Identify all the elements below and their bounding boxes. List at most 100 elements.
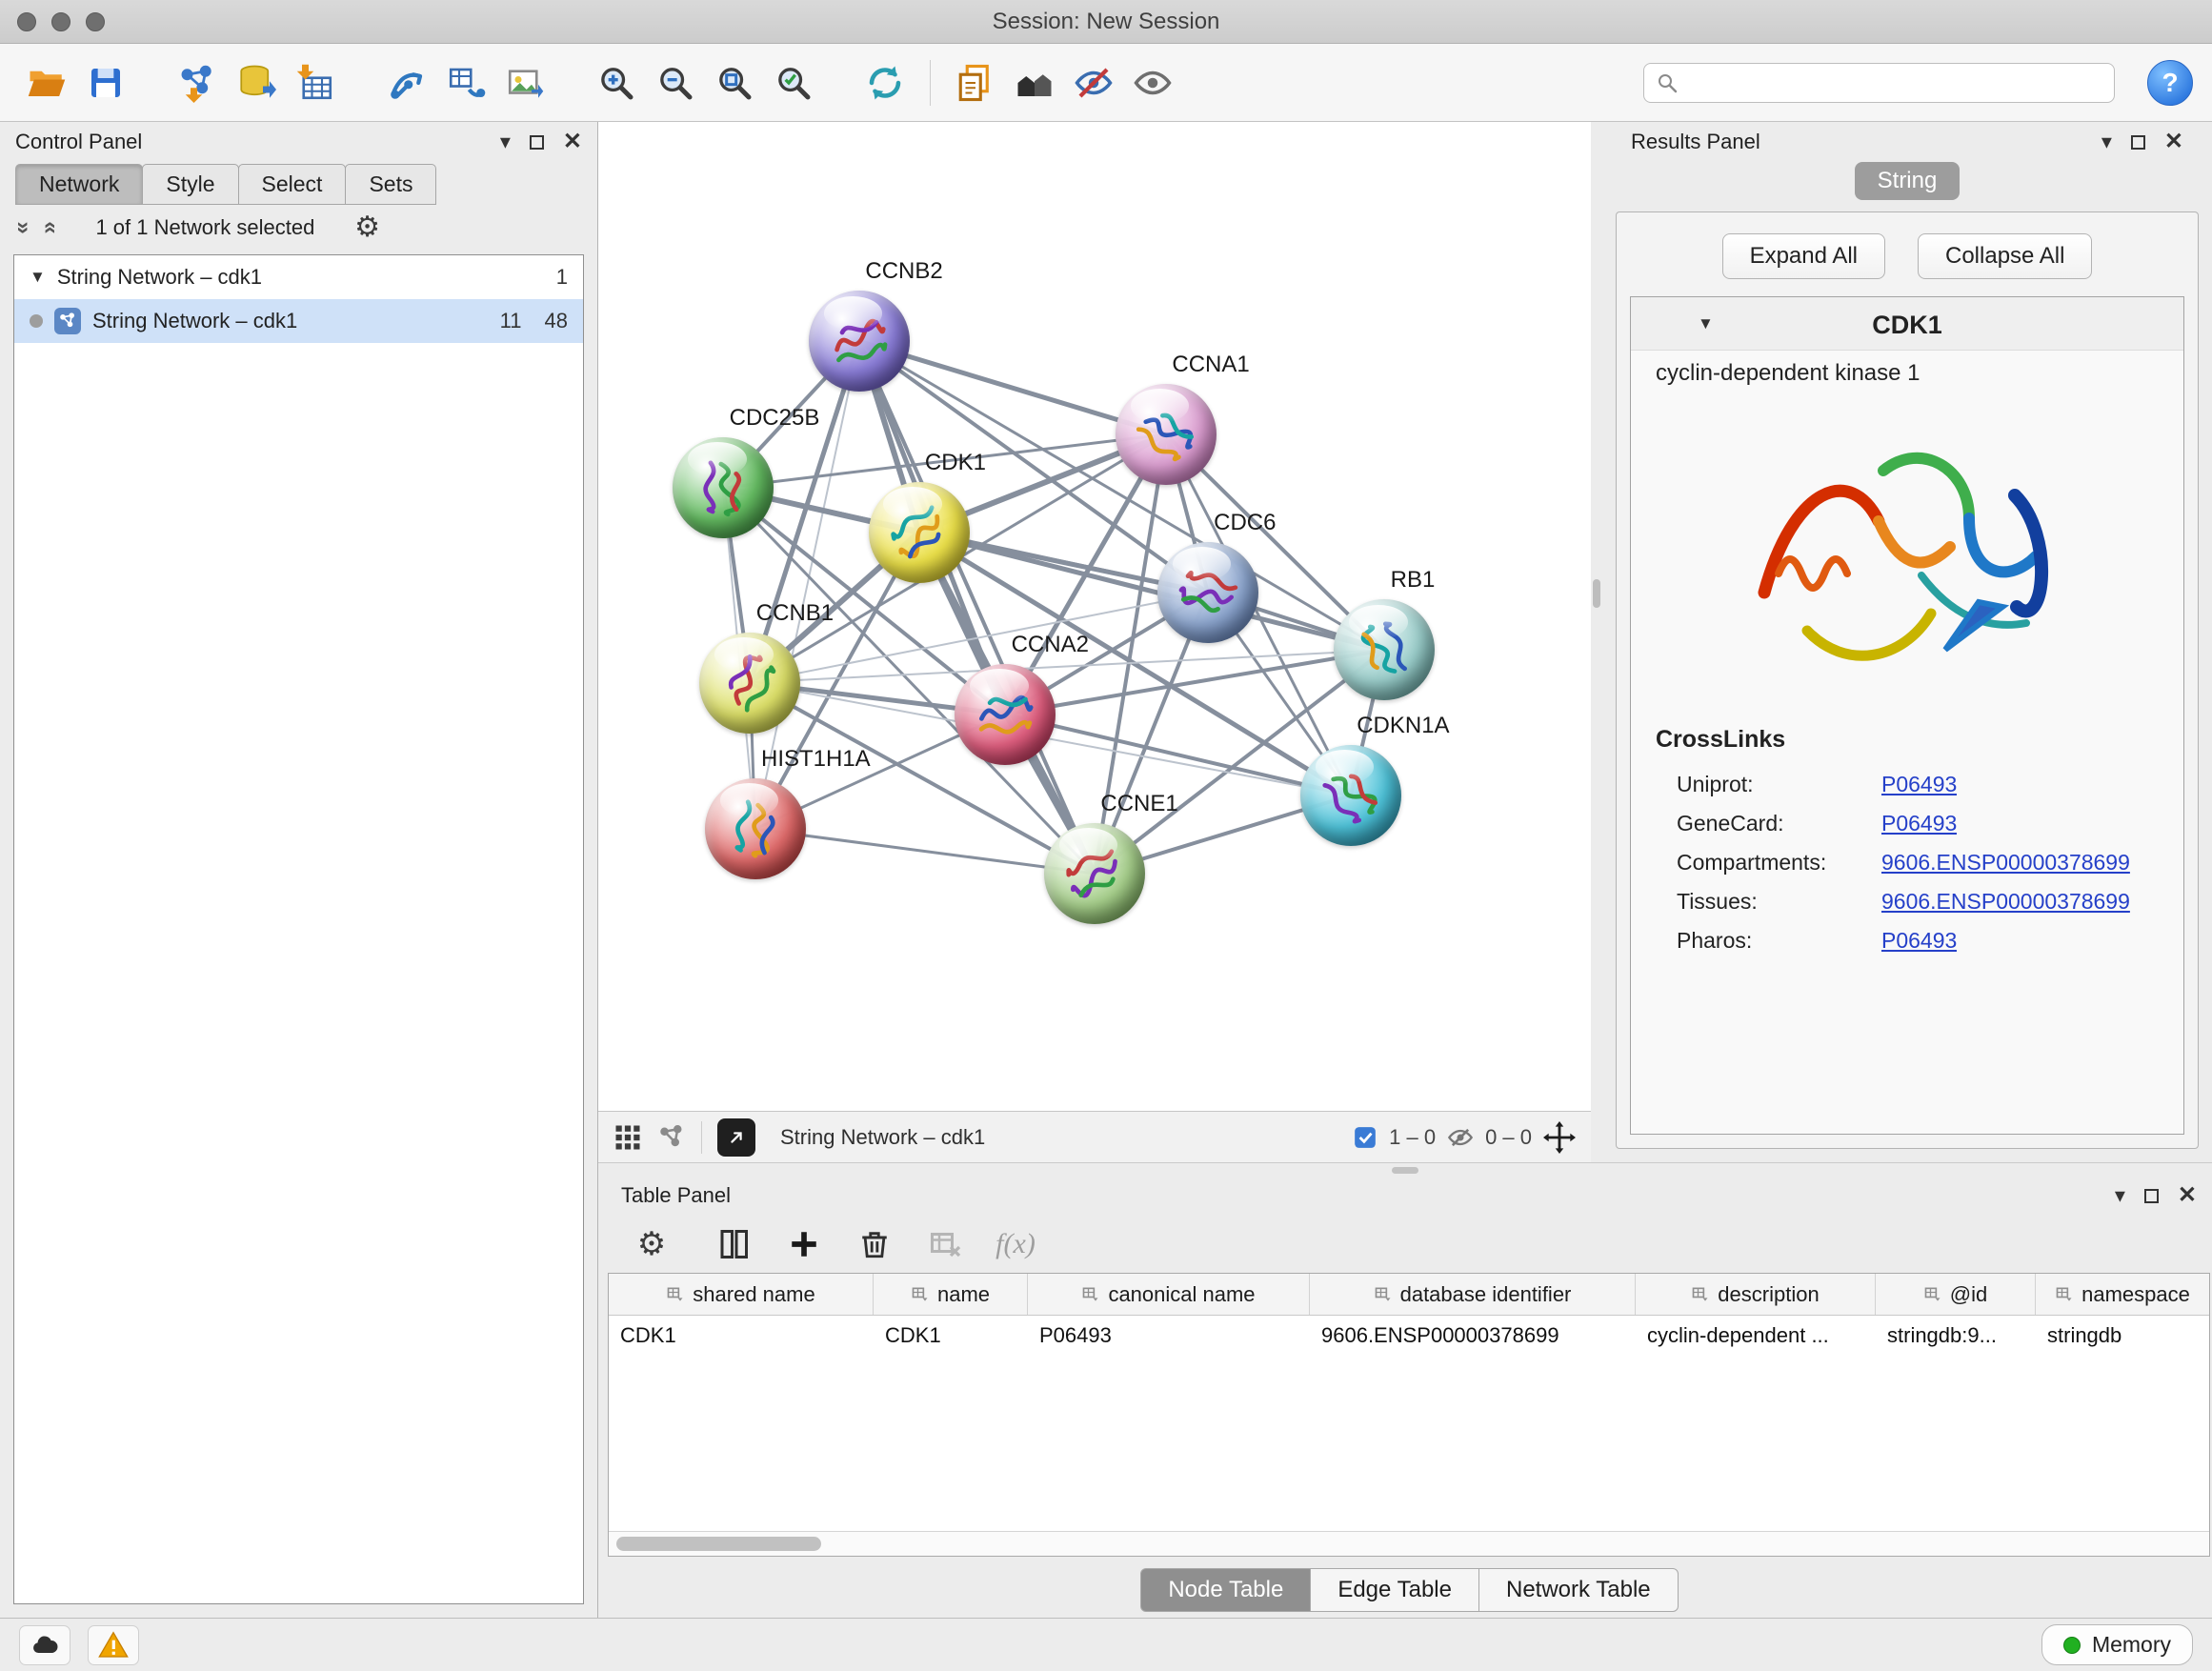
- minimize-window-button[interactable]: [51, 12, 70, 31]
- tab-node-table[interactable]: Node Table: [1140, 1568, 1311, 1612]
- network-node[interactable]: RB1: [1334, 599, 1435, 700]
- crosslink-link[interactable]: P06493: [1881, 811, 1957, 836]
- show-details-button[interactable]: [1125, 55, 1180, 111]
- hide-details-button[interactable]: [1066, 55, 1121, 111]
- network-overview-icon[interactable]: [657, 1123, 686, 1152]
- import-table-button[interactable]: [288, 55, 343, 111]
- delete-table-button: [924, 1223, 966, 1265]
- help-button[interactable]: ?: [2147, 60, 2193, 106]
- show-columns-button[interactable]: [713, 1223, 754, 1265]
- network-node[interactable]: HIST1H1A: [705, 778, 806, 879]
- panel-close-icon[interactable]: ✕: [2178, 1184, 2197, 1207]
- panel-close-icon[interactable]: ✕: [563, 131, 582, 153]
- column-header[interactable]: database identifier: [1310, 1274, 1636, 1315]
- zoom-out-button[interactable]: [648, 55, 703, 111]
- tab-network-table[interactable]: Network Table: [1478, 1568, 1679, 1612]
- import-network-button[interactable]: [170, 55, 225, 111]
- add-column-button[interactable]: [783, 1223, 825, 1265]
- network-from-table-button[interactable]: [438, 55, 493, 111]
- network-node[interactable]: CCNA1: [1116, 384, 1217, 485]
- gene-caret-icon[interactable]: ▼: [1698, 314, 1714, 333]
- expand-all-button[interactable]: Expand All: [1722, 233, 1885, 279]
- collection-caret-icon[interactable]: ▼: [30, 268, 46, 287]
- export-image-button[interactable]: [497, 55, 553, 111]
- network-node[interactable]: CCNE1: [1044, 823, 1145, 924]
- scrollbar-thumb[interactable]: [616, 1537, 821, 1551]
- network-node[interactable]: CCNB1: [699, 633, 800, 734]
- tab-edge-table[interactable]: Edge Table: [1310, 1568, 1479, 1612]
- zoom-selected-button[interactable]: [766, 55, 821, 111]
- network-node[interactable]: CCNA2: [955, 664, 1056, 765]
- panel-float-icon[interactable]: [2144, 1189, 2159, 1203]
- column-header[interactable]: @id: [1876, 1274, 2036, 1315]
- table-cell[interactable]: stringdb:9...: [1876, 1316, 2036, 1356]
- network-node[interactable]: CDKN1A: [1300, 745, 1401, 846]
- panel-float-icon[interactable]: [530, 135, 544, 150]
- string-tab-badge[interactable]: String: [1855, 162, 1961, 200]
- column-header[interactable]: canonical name: [1028, 1274, 1310, 1315]
- collapse-all-button[interactable]: Collapse All: [1918, 233, 2092, 279]
- table-cell[interactable]: stringdb: [2036, 1316, 2209, 1356]
- close-window-button[interactable]: [17, 12, 36, 31]
- crosslink-link[interactable]: P06493: [1881, 928, 1957, 954]
- expand-all-icon[interactable]: »: [38, 221, 61, 233]
- zoom-fit-button[interactable]: [707, 55, 762, 111]
- table-options-gear-icon[interactable]: ⚙: [631, 1223, 673, 1265]
- network-node[interactable]: CDK1: [869, 482, 970, 583]
- column-header[interactable]: namespace: [2036, 1274, 2209, 1315]
- network-edges: [598, 122, 1591, 1111]
- save-session-button[interactable]: [78, 55, 133, 111]
- hidden-eye-icon[interactable]: [1447, 1124, 1474, 1151]
- open-session-button[interactable]: [19, 55, 74, 111]
- horizontal-splitter[interactable]: [598, 1162, 2212, 1176]
- delete-column-button[interactable]: [854, 1223, 895, 1265]
- zoom-window-button[interactable]: [86, 12, 105, 31]
- import-database-button[interactable]: [229, 55, 284, 111]
- home-view-button[interactable]: [1007, 55, 1062, 111]
- gene-header[interactable]: ▼ CDK1: [1631, 297, 2183, 351]
- tab-network[interactable]: Network: [15, 164, 143, 205]
- column-header[interactable]: shared name: [609, 1274, 874, 1315]
- refresh-button[interactable]: [857, 55, 913, 111]
- panel-float-icon[interactable]: [2131, 135, 2145, 150]
- cloud-status-button[interactable]: [19, 1625, 70, 1665]
- crosslink-link[interactable]: P06493: [1881, 772, 1957, 797]
- tab-sets[interactable]: Sets: [345, 164, 436, 205]
- network-collection-row[interactable]: ▼ String Network – cdk1 1: [14, 255, 583, 299]
- table-cell[interactable]: P06493: [1028, 1316, 1310, 1356]
- panel-menu-icon[interactable]: ▾: [2115, 1185, 2125, 1206]
- collapse-all-icon[interactable]: »: [12, 221, 35, 233]
- table-cell[interactable]: 9606.ENSP00000378699: [1310, 1316, 1636, 1356]
- table-cell[interactable]: cyclin-dependent ...: [1636, 1316, 1876, 1356]
- network-row[interactable]: String Network – cdk1 11 48: [14, 299, 583, 343]
- panel-close-icon[interactable]: ✕: [2164, 131, 2183, 153]
- tab-select[interactable]: Select: [238, 164, 347, 205]
- vertical-splitter[interactable]: [1591, 122, 1602, 1162]
- table-cell[interactable]: CDK1: [609, 1316, 874, 1356]
- panel-menu-icon[interactable]: ▾: [2101, 131, 2112, 152]
- network-canvas[interactable]: CCNB2 CCNA1 CDC25B CDK1 CDC6 RB1 CCNB1 CCNA2 CDK…: [598, 122, 1591, 1111]
- column-header[interactable]: name: [874, 1274, 1028, 1315]
- warnings-button[interactable]: [88, 1625, 139, 1665]
- crosslink-link[interactable]: 9606.ENSP00000378699: [1881, 889, 2130, 915]
- memory-button[interactable]: Memory: [2041, 1624, 2193, 1665]
- search-input[interactable]: [1688, 70, 2102, 95]
- zoom-in-button[interactable]: [589, 55, 644, 111]
- table-cell[interactable]: CDK1: [874, 1316, 1028, 1356]
- pan-crosshair-icon[interactable]: [1543, 1121, 1576, 1154]
- selected-checkbox-icon[interactable]: [1353, 1125, 1377, 1150]
- network-node[interactable]: CDC6: [1157, 542, 1258, 643]
- tab-style[interactable]: Style: [142, 164, 238, 205]
- horizontal-scrollbar[interactable]: [609, 1531, 2209, 1556]
- panel-menu-icon[interactable]: ▾: [500, 131, 511, 152]
- table-row[interactable]: CDK1 CDK1 P06493 9606.ENSP00000378699 cy…: [609, 1316, 2209, 1356]
- network-node[interactable]: CCNB2: [809, 291, 910, 392]
- crosslink-link[interactable]: 9606.ENSP00000378699: [1881, 850, 2130, 876]
- grid-view-icon[interactable]: [613, 1123, 642, 1152]
- network-node[interactable]: CDC25B: [673, 437, 774, 538]
- column-header[interactable]: description: [1636, 1274, 1876, 1315]
- new-network-button[interactable]: [379, 55, 434, 111]
- clone-network-button[interactable]: [948, 55, 1003, 111]
- birds-eye-view-button[interactable]: [717, 1118, 755, 1157]
- network-options-gear-icon[interactable]: ⚙: [354, 213, 380, 242]
